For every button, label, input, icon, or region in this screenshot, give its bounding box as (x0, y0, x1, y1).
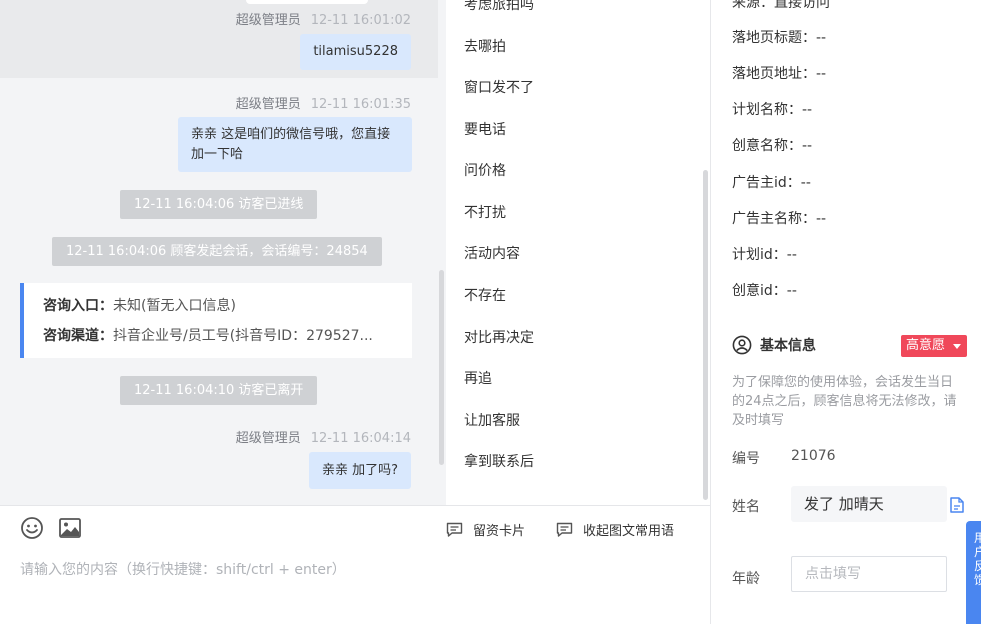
info-label: 落地页标题： (732, 30, 816, 46)
message-input[interactable]: 请输入您的内容（换行快捷键：shift/ctrl + enter） (20, 559, 346, 579)
message-sender: 超级管理员 (235, 431, 301, 446)
phrase-item[interactable]: 拿到联系后 (464, 451, 534, 471)
name-label: 姓名 (732, 499, 760, 515)
info-value: -- (786, 247, 797, 263)
user-circle-icon (732, 335, 752, 355)
info-label: 计划id： (732, 247, 787, 263)
system-notice-session-start: 12-11 16:04:06 顾客发起会话，会话编号：24854 (52, 237, 382, 266)
name-field[interactable]: 发了 加晴天 (791, 486, 947, 522)
age-input[interactable] (791, 556, 947, 592)
system-notice-visitor-in: 12-11 16:04:06 访客已进线 (120, 190, 318, 219)
phrase-item[interactable]: 再追 (464, 368, 492, 388)
intent-level-dropdown[interactable]: 高意愿 (901, 335, 967, 357)
lead-card-button[interactable]: 留资卡片 (446, 520, 525, 539)
info-label: 广告主名称： (732, 211, 816, 227)
info-row: 广告主名称：-- (732, 208, 826, 228)
info-value: -- (786, 283, 797, 299)
message-bubble[interactable]: 亲亲 加了吗? (308, 452, 411, 489)
consult-channel-label: 咨询渠道： (43, 328, 113, 344)
info-label: 广告主id： (732, 175, 801, 191)
consult-entry-row: 咨询入口：未知(暂无入口信息) (43, 293, 412, 323)
phrase-item[interactable]: 不存在 (464, 285, 506, 305)
info-label: 计划名称： (732, 102, 802, 118)
phrase-item[interactable]: 考虑旅拍吗 (464, 0, 534, 14)
phrase-scrollbar[interactable] (703, 170, 708, 500)
info-value: -- (800, 175, 811, 191)
info-row: 落地页标题：-- (732, 27, 826, 47)
info-row: 广告主id：-- (732, 172, 811, 192)
id-label: 编号 (732, 451, 760, 467)
caret-down-icon (953, 344, 961, 349)
feedback-tab[interactable]: 用户反馈 (966, 521, 981, 624)
phrase-item[interactable]: 问价格 (464, 160, 506, 180)
consult-channel-row: 咨询渠道：抖音企业号/员工号(抖音号ID：279527... (43, 323, 412, 353)
phrase-item[interactable]: 去哪拍 (464, 36, 506, 56)
phrase-item[interactable]: 不打扰 (464, 202, 506, 222)
info-label: 创意id： (732, 283, 787, 299)
info-value: -- (816, 211, 827, 227)
message-time: 12-11 16:01:35 (310, 97, 411, 112)
lead-card-label: 留资卡片 (473, 524, 526, 539)
collapse-phrases-button[interactable]: 收起图文常用语 (556, 520, 674, 539)
info-row: 创意名称：-- (732, 135, 812, 155)
edit-deadline-notice: 为了保障您的使用体验，会话发生当日的24点之后，顾客信息将无法修改，请及时填写 (732, 375, 957, 428)
message-meta: 超级管理员 12-11 16:01:35 (236, 93, 411, 112)
phrase-item[interactable]: 对比再决定 (464, 327, 534, 347)
message-time: 12-11 16:01:02 (310, 13, 411, 28)
basic-info-header: 基本信息 (732, 335, 816, 355)
info-value: -- (816, 66, 827, 82)
info-row: 计划名称：-- (732, 99, 812, 119)
info-row: 创意id：-- (732, 280, 797, 300)
message-bubble[interactable]: 亲亲 这是咱们的微信号哦，您直接加一下哈 (178, 117, 412, 172)
message-meta: 超级管理员 12-11 16:01:02 (236, 9, 411, 28)
source-row: 来源：直接访问 (732, 0, 830, 11)
message-meta: 超级管理员 12-11 16:04:14 (236, 427, 411, 446)
chat-scrollbar[interactable] (439, 270, 444, 465)
app-root: 超级管理员 12-11 16:01:02 tilamisu5228 超级管理员 12… (0, 0, 981, 624)
card-icon (446, 522, 463, 537)
info-row: 计划id：-- (732, 244, 797, 264)
phrase-item[interactable]: 窗口发不了 (464, 77, 534, 97)
info-value: -- (802, 102, 813, 118)
phrase-item[interactable]: 活动内容 (464, 243, 520, 263)
info-label: 创意名称： (732, 138, 802, 154)
info-row: 落地页地址：-- (732, 63, 826, 83)
age-label: 年龄 (732, 571, 760, 587)
consult-info-card: 咨询入口：未知(暂无入口信息) 咨询渠道：抖音企业号/员工号(抖音号ID：279… (20, 283, 412, 358)
emoji-icon[interactable] (20, 516, 44, 540)
phrase-item[interactable]: 要电话 (464, 119, 506, 139)
info-value: -- (802, 138, 813, 154)
intent-level-label: 高意愿 (906, 338, 946, 353)
consult-channel-value: 抖音企业号/员工号(抖音号ID：279527... (113, 328, 373, 344)
message-sender: 超级管理员 (235, 97, 301, 112)
id-value: 21076 (791, 448, 836, 464)
message-input-area: 留资卡片 收起图文常用语 请输入您的内容（换行快捷键：shift/ctrl + … (0, 505, 711, 624)
message-bubble[interactable]: tilamisu5228 (300, 34, 411, 70)
message-sender: 超级管理员 (235, 13, 301, 28)
message-time: 12-11 16:04:14 (310, 431, 411, 446)
consult-entry-value: 未知(暂无入口信息) (113, 298, 236, 314)
system-notice-visitor-left: 12-11 16:04:10 访客已离开 (120, 376, 318, 405)
consult-entry-label: 咨询入口： (43, 298, 113, 314)
chat-pane: 超级管理员 12-11 16:01:02 tilamisu5228 超级管理员 12… (0, 0, 446, 505)
collapse-phrases-label: 收起图文常用语 (583, 524, 675, 539)
edit-icon[interactable] (950, 497, 964, 513)
phrase-item[interactable]: 让加客服 (464, 410, 520, 430)
customer-info-panel: 来源：直接访问 落地页标题：-- 落地页地址：-- 计划名称：-- 创意名称：-… (711, 0, 981, 624)
phrase-icon (556, 522, 573, 537)
quick-phrase-list: 考虑旅拍吗 去哪拍 窗口发不了 要电话 问价格 不打扰 活动内容 不存在 对比再… (446, 0, 711, 505)
info-value: -- (816, 30, 827, 46)
info-label: 落地页地址： (732, 66, 816, 82)
image-icon[interactable] (58, 516, 82, 540)
basic-info-title: 基本信息 (760, 338, 816, 354)
previous-bubble-edge (246, 0, 368, 4)
